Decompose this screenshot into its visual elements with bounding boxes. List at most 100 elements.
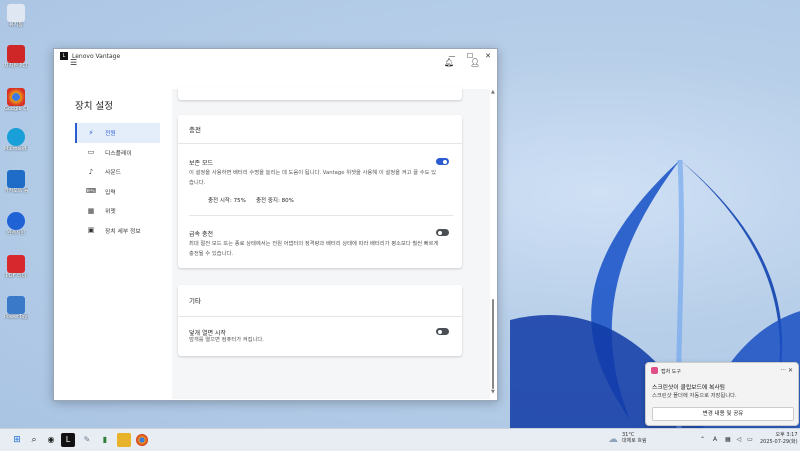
sidebar-item-input[interactable]: ⌨ 입력	[75, 182, 160, 202]
menu-collapse-icon[interactable]: ☰	[70, 58, 77, 67]
sidebar-item-label: 디스플레이	[105, 150, 132, 157]
weather-widget[interactable]: 31°C 대체로 흐림	[622, 432, 647, 444]
desktop-icon-app[interactable]: 지지된 PC대행정보	[4, 45, 28, 69]
app-icon[interactable]: ▮	[98, 433, 112, 447]
volume-icon[interactable]: ◁	[737, 436, 742, 443]
task-view-icon[interactable]: ◉	[44, 433, 58, 447]
app-icon	[7, 170, 25, 188]
lid-open-start-description: 덮개를 열으면 컴퓨터가 켜집니다.	[189, 337, 264, 343]
battery-icon[interactable]: ▭	[747, 436, 753, 443]
charge-stop-threshold: 충전 중지: 80%	[256, 198, 294, 204]
search-icon[interactable]: ⌕	[27, 433, 41, 447]
desktop-icon-edge[interactable]: Microsoft Edge	[4, 128, 28, 152]
sidebar-item-power[interactable]: ⚡ 전원	[75, 123, 160, 143]
rapid-charge-description: 최대 절전 모드 또는 종료 상태에서는 전원 어댑터의 정격량과 배터리 상태…	[189, 241, 439, 257]
weather-description: 대체로 흐림	[622, 438, 647, 444]
toast-action-button[interactable]: 변경 내용 및 공유	[652, 407, 794, 421]
app-icon	[7, 45, 25, 63]
sidebar-title: 장치 설정	[75, 101, 113, 112]
sidebar-item-display[interactable]: ▭ 디스플레이	[75, 143, 160, 163]
desktop-icon-label: Google Chrome	[4, 106, 28, 112]
sidebar-item-label: 전원	[105, 131, 116, 138]
scroll-thumb[interactable]	[492, 299, 494, 389]
conservation-mode-description: 이 설정을 사용하면 배터리 수명을 늘리는 데 도움이 됩니다. Vantag…	[189, 170, 436, 186]
sidebar-nav: ⚡ 전원 ▭ 디스플레이 ♪ 사운드 ⌨ 입력 ▦ 위젯 ▣ 장치 세부 정보	[75, 123, 160, 240]
divider	[189, 215, 453, 216]
sound-icon: ♪	[88, 167, 94, 176]
device-icon: ▣	[87, 226, 95, 235]
lenovo-logo-icon: L	[60, 52, 68, 60]
system-tray[interactable]: ⌃ A ▦ ◁ ▭	[700, 436, 753, 443]
tool-icon[interactable]: ✎	[80, 433, 94, 447]
toast-detail: 스크린샷 폴더에 자동으로 저장됩니다.	[652, 393, 737, 399]
edge-icon	[7, 128, 25, 146]
chevron-up-icon[interactable]: ⌃	[700, 436, 705, 443]
desktop-icon-label: 지지된 PC대행정보	[4, 63, 28, 69]
desktop-icon-label: Microsoft Edge	[4, 146, 28, 152]
sidebar-item-sound[interactable]: ♪ 사운드	[75, 162, 160, 182]
desktop-icon-pdf[interactable]: PDF 리더	[4, 255, 28, 279]
snipping-tool-toast: 캡처 도구 ··· ✕ 스크린샷이 클립보드에 복사됨 스크린샷 폴더에 자동으…	[645, 362, 799, 426]
widget-icon: ▦	[87, 206, 95, 215]
scroll-up-icon[interactable]: ▲	[491, 89, 495, 95]
toast-title: 캡처 도구	[661, 369, 681, 375]
notification-bell-icon[interactable]: 🔔︎	[444, 58, 454, 67]
sidebar-item-device-details[interactable]: ▣ 장치 세부 정보	[75, 221, 160, 241]
other-title: 기타	[178, 285, 462, 317]
recycle-bin-icon	[7, 4, 25, 22]
desktop-icon-label: 원격지원	[6, 230, 26, 236]
remote-icon	[7, 212, 25, 230]
lenovo-vantage-window: L Lenovo Vantage — ☐ ✕ ☰ 🔔︎ 👤︎ 장치 설정 ⚡ 전…	[53, 48, 498, 401]
clock-date: 2025-07-29(화)	[760, 439, 798, 445]
toast-controls[interactable]: ··· ✕	[780, 367, 793, 374]
charging-title: 충전	[178, 115, 462, 144]
charge-start-threshold: 충전 시작: 75%	[208, 198, 246, 204]
user-account-icon[interactable]: 👤︎	[470, 58, 480, 67]
lid-open-start-toggle[interactable]	[436, 328, 449, 335]
sidebar-item-label: 장치 세부 정보	[105, 228, 141, 235]
previous-card-bottom	[178, 87, 462, 100]
sidebar-item-label: 위젯	[105, 209, 116, 216]
desktop-icon-label: 카카오톡 등	[4, 188, 28, 194]
desktop-icon-chrome[interactable]: Google Chrome	[4, 88, 28, 112]
taskbar: ⊞ ⌕ ◉ L ✎ ▮ 31°C 대체로 흐림 ☁ ⌃ A ▦ ◁ ▭ 오후 3…	[0, 428, 800, 451]
sidebar-item-label: 입력	[105, 189, 116, 196]
keyboard-icon: ⌨	[85, 187, 97, 196]
desktop-icon-label: PowerToys	[4, 314, 28, 320]
start-button[interactable]: ⊞	[10, 433, 24, 447]
desktop-icon-app[interactable]: 카카오톡 등	[4, 170, 28, 194]
desktop-icon-app[interactable]: PowerToys	[4, 296, 28, 320]
clock-time: 오후 3:17	[775, 432, 798, 438]
cloud-icon: ☁	[608, 434, 618, 445]
desktop-icon-recycle-bin[interactable]: 휴지통	[4, 4, 28, 28]
close-button[interactable]: ✕	[479, 52, 497, 60]
chrome-taskbar-icon[interactable]	[136, 434, 148, 446]
lenovo-vantage-taskbar-icon[interactable]: L	[61, 433, 75, 447]
window-title: Lenovo Vantage	[72, 52, 121, 60]
power-icon: ⚡	[88, 128, 94, 137]
rapid-charge-label: 급속 충전	[189, 231, 213, 238]
other-card: 기타 덮개 열면 시작 덮개를 열으면 컴퓨터가 켜집니다.	[178, 285, 462, 356]
clock[interactable]: 오후 3:17 2025-07-29(화)	[760, 432, 798, 446]
language-indicator[interactable]: A	[713, 436, 717, 443]
toast-message: 스크린샷이 클립보드에 복사됨	[652, 385, 726, 391]
pdf-icon	[7, 255, 25, 273]
desktop-icon-remote[interactable]: 원격지원	[4, 212, 28, 236]
file-explorer-icon[interactable]	[117, 433, 131, 447]
display-icon: ▭	[87, 148, 95, 157]
desktop-icon-label: 휴지통	[9, 22, 23, 28]
content-scrollbar[interactable]: ▲ ▼	[490, 89, 496, 397]
scroll-down-icon[interactable]: ▼	[491, 389, 495, 395]
rapid-charge-toggle[interactable]	[436, 229, 449, 236]
network-icon[interactable]: ▦	[725, 436, 731, 443]
snipping-tool-icon	[651, 367, 658, 374]
desktop-icon-label: PDF 리더	[5, 273, 27, 279]
title-bar[interactable]: L Lenovo Vantage — ☐ ✕	[54, 49, 497, 63]
app-icon	[7, 296, 25, 314]
sidebar-item-widget[interactable]: ▦ 위젯	[75, 201, 160, 221]
conservation-mode-toggle[interactable]	[436, 158, 449, 165]
charging-card: 충전 보존 모드 이 설정을 사용하면 배터리 수명을 늘리는 데 도움이 됩니…	[178, 115, 462, 268]
chrome-icon	[7, 88, 25, 106]
sidebar-item-label: 사운드	[105, 170, 121, 177]
conservation-mode-label: 보존 모드	[189, 160, 213, 167]
